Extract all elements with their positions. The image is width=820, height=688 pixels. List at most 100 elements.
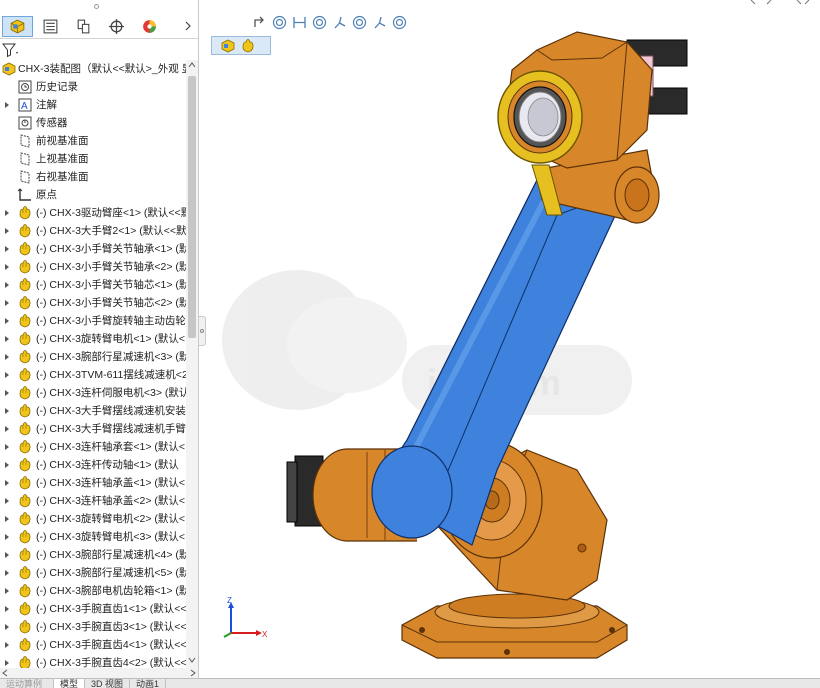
tree-item-plane[interactable]: 上视基准面 <box>0 150 186 168</box>
tree-item-plane[interactable]: 前视基准面 <box>0 132 186 150</box>
tree-item-history[interactable]: 历史记录 <box>0 78 186 96</box>
expand-arrow-icon[interactable] <box>3 605 11 613</box>
part-hand-icon <box>19 440 31 454</box>
part-hand-icon <box>19 620 31 634</box>
scroll-down-icon[interactable] <box>188 657 196 663</box>
expand-arrow-icon[interactable] <box>3 227 11 235</box>
tree-item-label: (-) CHX-3小手臂关节轴承<2> (默 <box>36 261 186 273</box>
expand-arrow-icon[interactable] <box>3 461 11 469</box>
tree-item-label: (-) CHX-3连杆轴承盖<2> (默认< <box>36 495 186 507</box>
expand-arrow-icon[interactable] <box>3 515 11 523</box>
tree-item-component[interactable]: (-) CHX-3连杆轴承盖<2> (默认< <box>0 492 186 510</box>
tree-item-component[interactable]: (-) CHX-3小手臂关节轴芯<2> (默 <box>0 294 186 312</box>
tab-configuration-manager[interactable] <box>68 16 99 37</box>
tab-dimxpert-manager[interactable] <box>101 16 132 37</box>
expand-arrow-icon[interactable] <box>3 263 11 271</box>
tree-item-component[interactable]: (-) CHX-3旋转臂电机<2> (默认< <box>0 510 186 528</box>
tree-item-component[interactable]: (-) CHX-3连杆轴承盖<1> (默认< <box>0 474 186 492</box>
tab-motion-study-hidden[interactable]: 运动算例 <box>0 679 54 688</box>
tree-item-component[interactable]: (-) CHX-3大手臂摆线减速机安装法 <box>0 402 186 420</box>
expand-arrow-icon[interactable] <box>3 587 11 595</box>
tab-3d-view[interactable]: 3D 视图 <box>85 679 131 688</box>
expand-arrow-icon[interactable] <box>3 425 11 433</box>
expand-arrow-icon[interactable] <box>3 533 11 541</box>
expand-arrow-icon[interactable] <box>3 389 11 397</box>
scroll-thumb[interactable] <box>188 76 196 338</box>
tree-item-component[interactable]: (-) CHX-3小手臂关节轴承<2> (默 <box>0 258 186 276</box>
panel-grip[interactable] <box>0 0 198 14</box>
tree-item-component[interactable]: (-) CHX-3连杆轴承套<1> (默认< <box>0 438 186 456</box>
property-manager-icon <box>43 19 58 34</box>
tree-item-component[interactable]: (-) CHX-3连杆伺服电机<3> (默认 <box>0 384 186 402</box>
scroll-right-icon[interactable] <box>190 669 196 677</box>
tab-animation[interactable]: 动画1 <box>130 679 167 688</box>
robot-arm-model[interactable]: ie5.com <box>207 0 820 678</box>
tree-item-component[interactable]: (-) CHX-3腕部行星减速机<5> (默 <box>0 564 186 582</box>
tree-item-component[interactable]: (-) CHX-3手腕直齿3<1> (默认<< <box>0 618 186 636</box>
robot-wrist[interactable] <box>497 31 688 169</box>
tree-item-plane[interactable]: 右视基准面 <box>0 168 186 186</box>
tree-item-component[interactable]: (-) CHX-3驱动臂座<1> (默认<<默 <box>0 204 186 222</box>
tree-item-component[interactable]: (-) CHX-3小手臂旋转轴主动齿轮< <box>0 312 186 330</box>
scroll-left-icon[interactable] <box>2 669 8 677</box>
tab-feature-manager[interactable] <box>2 16 33 37</box>
sensor-icon <box>18 116 32 130</box>
tree-item-label: (-) CHX-3小手臂旋转轴主动齿轮< <box>36 315 186 327</box>
expand-arrow-icon[interactable] <box>3 299 11 307</box>
panel-collapse-handle[interactable] <box>199 316 206 346</box>
tree-item-component[interactable]: (-) CHX-3手腕直齿4<1> (默认<< <box>0 636 186 654</box>
chevron-right-icon[interactable] <box>182 19 194 33</box>
expand-arrow-icon[interactable] <box>3 101 11 109</box>
expand-arrow-icon[interactable] <box>3 641 11 649</box>
expand-arrow-icon[interactable] <box>3 371 11 379</box>
tree-item-origin[interactable]: 原点 <box>0 186 186 204</box>
tree-horizontal-scrollbar[interactable] <box>0 668 198 678</box>
triad-z-label: Z <box>227 597 232 605</box>
expand-arrow-icon[interactable] <box>3 335 11 343</box>
tree-item-component[interactable]: (-) CHX-3小手臂关节轴承<1> (默 <box>0 240 186 258</box>
expand-arrow-icon[interactable] <box>3 497 11 505</box>
tree-item-component[interactable]: (-) CHX-3TVM-611摆线减速机<2 <box>0 366 186 384</box>
tree-item-component[interactable]: (-) CHX-3大手臂2<1> (默认<<默 <box>0 222 186 240</box>
tree-item-component[interactable]: (-) CHX-3腕部行星减速机<3> (默 <box>0 348 186 366</box>
expand-arrow-icon[interactable] <box>3 479 11 487</box>
tab-model[interactable]: 模型 <box>54 679 86 688</box>
tree-item-component[interactable]: (-) CHX-3腕部电机齿轮箱<1> (默 <box>0 582 186 600</box>
expand-arrow-icon[interactable] <box>3 443 11 451</box>
tree-item-component[interactable]: (-) CHX-3旋转臂电机<1> (默认< <box>0 330 186 348</box>
tree-item-component[interactable]: (-) CHX-3连杆传动轴<1> (默认 <box>0 456 186 474</box>
tree-item-component[interactable]: (-) CHX-3小手臂关节轴芯<1> (默 <box>0 276 186 294</box>
tree-item-component[interactable]: (-) CHX-3旋转臂电机<3> (默认< <box>0 528 186 546</box>
expand-arrow-icon[interactable] <box>3 209 11 217</box>
part-hand-icon <box>19 638 31 652</box>
tree-item-sensor[interactable]: 传感器 <box>0 114 186 132</box>
part-hand-icon <box>19 548 31 562</box>
tree-item-label: (-) CHX-3大手臂摆线减速机安装法 <box>36 405 186 417</box>
tree-item-annotation[interactable]: A 注解 <box>0 96 186 114</box>
part-hand-icon <box>19 512 31 526</box>
filter-icon[interactable] <box>2 42 20 58</box>
expand-arrow-icon[interactable] <box>3 623 11 631</box>
tree-item-label: (-) CHX-3小手臂关节轴芯<1> (默 <box>36 279 186 291</box>
tree-item-component[interactable]: (-) CHX-3腕部行星减速机<4> (默 <box>0 546 186 564</box>
tree-root-assembly[interactable]: CHX-3装配图（默认<<默认>_外观 显 <box>0 60 186 78</box>
expand-arrow-icon[interactable] <box>3 551 11 559</box>
expand-arrow-icon[interactable] <box>3 245 11 253</box>
tree-vertical-scrollbar[interactable] <box>186 60 198 668</box>
part-hand-icon <box>19 206 31 220</box>
expand-arrow-icon[interactable] <box>3 659 11 667</box>
expand-arrow-icon[interactable] <box>3 281 11 289</box>
tree-item-component[interactable]: (-) CHX-3手腕直齿4<2> (默认<< <box>0 654 186 668</box>
tree-item-component[interactable]: (-) CHX-3手腕直齿1<1> (默认<< <box>0 600 186 618</box>
scroll-up-icon[interactable] <box>188 62 196 68</box>
part-hand-icon <box>19 296 31 310</box>
expand-arrow-icon[interactable] <box>3 407 11 415</box>
graphics-viewport[interactable]: ie5.com <box>207 0 820 678</box>
robot-base[interactable] <box>401 593 628 659</box>
expand-arrow-icon[interactable] <box>3 353 11 361</box>
tab-property-manager[interactable] <box>35 16 66 37</box>
expand-arrow-icon[interactable] <box>3 569 11 577</box>
tree-item-component[interactable]: (-) CHX-3大手臂摆线减速机手臂安 <box>0 420 186 438</box>
expand-arrow-icon[interactable] <box>3 317 11 325</box>
tab-display-manager[interactable] <box>134 16 165 37</box>
